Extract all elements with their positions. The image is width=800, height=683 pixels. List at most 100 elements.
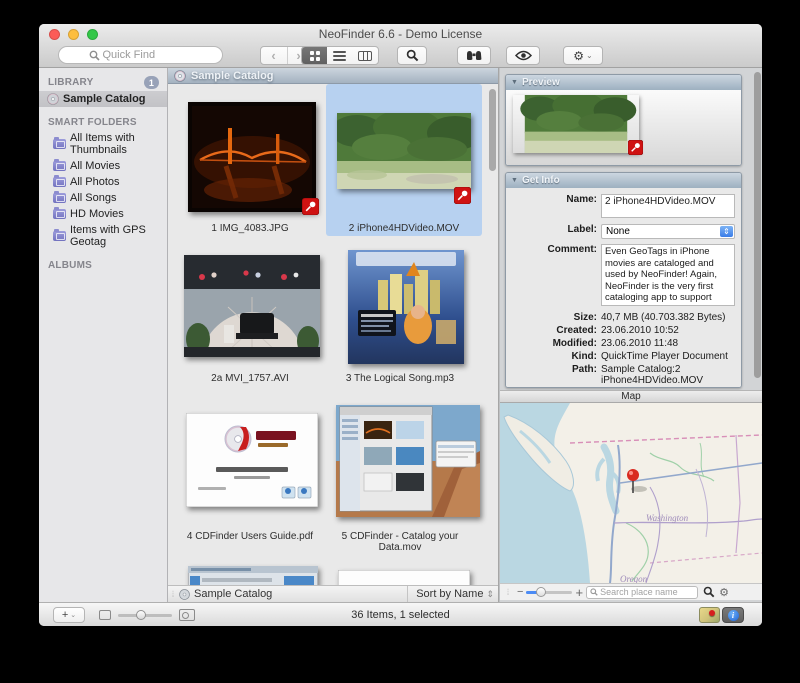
preview-thumbnail-forest[interactable] [513, 95, 639, 153]
map-state-label-south: Oregon [620, 574, 648, 583]
smart-folders-header: SMART FOLDERS [39, 115, 167, 130]
inspector-scrollbar[interactable] [754, 72, 761, 378]
disclosure-triangle-icon[interactable]: ▼ [511, 79, 518, 86]
action-menu-button[interactable]: ⚙ ⌄ [563, 46, 603, 65]
path-value: Sample Catalog:2 iPhone4HDVideo.MOV [601, 364, 735, 386]
catalog-header-title: Sample Catalog [191, 70, 274, 82]
neofinder-window: NeoFinder 6.6 - Demo License ‹ › [39, 24, 762, 626]
grid-view-button[interactable] [302, 46, 327, 65]
kind-value: QuickTime Player Document [601, 351, 728, 362]
map-toolbar: ⦙ − + ⚙ [500, 583, 762, 600]
grid-item-label: 1 IMG_4083.JPG [176, 223, 324, 234]
comment-field[interactable]: Even GeoTags in iPhone movies are catalo… [601, 244, 735, 306]
grid-view-icon [310, 51, 320, 61]
label-dropdown[interactable]: None ⇕ [601, 224, 735, 239]
grid-item-cdfinder-movie[interactable]: 5 CDFinder - Catalog your Data.mov [326, 410, 474, 558]
sort-menu[interactable]: Sort by Name ⇕ [407, 586, 498, 602]
map-search-icon[interactable] [703, 586, 715, 598]
title-bar[interactable]: NeoFinder 6.6 - Demo License [39, 24, 762, 44]
column-view-icon [358, 51, 372, 61]
sidebar-item-label: Items with GPS Geotag [70, 224, 163, 248]
get-info-section: ▼ Get Info Name: 2 iPhone4HDVideo.MOV La… [505, 172, 742, 388]
preview-section: ▼ Preview [505, 74, 742, 166]
disclosure-triangle-icon[interactable]: ▼ [511, 177, 518, 184]
thumbnail-pdf-cover [186, 413, 318, 507]
library-header-label: LIBRARY [48, 77, 93, 88]
size-label: Size: [506, 312, 601, 323]
window-title: NeoFinder 6.6 - Demo License [39, 24, 762, 44]
sidebar-item-sample-catalog[interactable]: Sample Catalog [39, 91, 167, 107]
sidebar-item-items-with-gps-geotag[interactable]: Items with GPS Geotag [39, 222, 167, 250]
sidebar-item-hd-movies[interactable]: HD Movies [39, 206, 167, 222]
smart-folder-icon [53, 209, 66, 219]
info-icon: i [728, 610, 739, 621]
drag-handle-icon[interactable]: ⦙ [503, 587, 514, 598]
thumbnail-partial-document [338, 570, 470, 585]
preview-section-header[interactable]: ▼ Preview [506, 75, 741, 90]
comment-label: Comment: [506, 244, 601, 306]
sidebar-item-all-songs[interactable]: All Songs [39, 190, 167, 206]
eye-icon [515, 50, 532, 61]
name-field[interactable]: 2 iPhone4HDVideo.MOV [601, 194, 735, 218]
place-search-input[interactable] [600, 587, 690, 597]
path-bar: ⦙ Sample Catalog Sort by Name ⇕ [168, 585, 498, 602]
grid-item-img-4083[interactable]: 1 IMG_4083.JPG [176, 92, 324, 242]
back-button[interactable]: ‹ [261, 47, 286, 64]
minimize-button[interactable] [68, 29, 79, 40]
grid-item-label: 2 iPhone4HDVideo.MOV [326, 223, 482, 234]
sidebar-item-label: Sample Catalog [63, 93, 146, 105]
thumbnail-partial-screenshot [188, 566, 318, 585]
sidebar-item-label: All Songs [70, 192, 116, 204]
preview-button[interactable] [506, 46, 540, 65]
get-info-section-header[interactable]: ▼ Get Info [506, 173, 741, 188]
map-settings-gear-icon[interactable]: ⚙ [719, 586, 729, 599]
sidebar-item-all-movies[interactable]: All Movies [39, 158, 167, 174]
quick-find-field[interactable] [58, 46, 223, 64]
column-view-button[interactable] [353, 46, 378, 65]
item-count-status: 36 Items, 1 selected [39, 603, 762, 626]
zoom-in-icon[interactable]: + [575, 585, 583, 600]
path-catalog-name[interactable]: Sample Catalog [194, 588, 272, 600]
grid-item-logical-song[interactable]: 3 The Logical Song.mp3 [326, 252, 474, 400]
zoom-button[interactable] [87, 29, 98, 40]
compare-button[interactable] [457, 46, 491, 65]
catalog-header-bar: Sample Catalog [168, 68, 498, 84]
zoom-slider-track[interactable] [526, 591, 572, 594]
zoom-out-icon[interactable]: − [517, 586, 523, 598]
map-canvas[interactable]: Washington Oregon [500, 403, 762, 583]
zoom-slider-knob[interactable] [536, 587, 546, 597]
drag-handle-icon[interactable]: ⦙ [168, 589, 179, 600]
sidebar-item-all-photos[interactable]: All Photos [39, 174, 167, 190]
browser-pane: Sample Catalog [168, 68, 499, 602]
browser-scrollbar[interactable] [489, 89, 496, 171]
grid-item-mvi-1757[interactable]: 2a MVI_1757.AVI [176, 252, 324, 400]
map-divider[interactable]: Map [500, 390, 762, 403]
view-segmented-control [301, 46, 379, 65]
sort-stepper-icon: ⇕ [486, 589, 494, 600]
map-view[interactable]: Washington Oregon [500, 403, 762, 583]
get-info-section-title: Get Info [522, 175, 560, 186]
albums-header-label: ALBUMS [48, 260, 92, 271]
modified-value: 23.06.2010 11:48 [601, 338, 678, 349]
quick-find-input[interactable] [103, 49, 193, 61]
created-label: Created: [506, 325, 601, 336]
map-zoom-control[interactable]: − + [517, 585, 583, 600]
close-button[interactable] [49, 29, 60, 40]
inspector-scroll-area: ▼ Preview [500, 68, 762, 390]
list-view-button[interactable] [327, 46, 352, 65]
sidebar-item-all-items-with-thumbnails[interactable]: All Items with Thumbnails [39, 130, 167, 158]
toggle-map-button[interactable] [699, 607, 720, 623]
find-button[interactable] [397, 46, 427, 65]
modified-label: Modified: [506, 338, 601, 349]
search-icon [406, 49, 419, 62]
smart-folder-icon [53, 193, 66, 203]
grid-item-label: 2a MVI_1757.AVI [176, 373, 324, 384]
grid-item-iphone4hdvideo[interactable]: 2 iPhone4HDVideo.MOV [326, 84, 482, 236]
grid-item-cdfinder-guide[interactable]: 4 CDFinder Users Guide.pdf [176, 410, 324, 558]
get-info-body: Name: 2 iPhone4HDVideo.MOV Label: None ⇕… [506, 188, 741, 388]
inspector-pane: ▼ Preview [499, 68, 762, 602]
smart-folders-header-label: SMART FOLDERS [48, 117, 137, 128]
place-search-field[interactable] [586, 586, 698, 599]
thumbnail-concert-stage [184, 255, 320, 357]
toggle-info-button[interactable]: i [722, 607, 744, 623]
